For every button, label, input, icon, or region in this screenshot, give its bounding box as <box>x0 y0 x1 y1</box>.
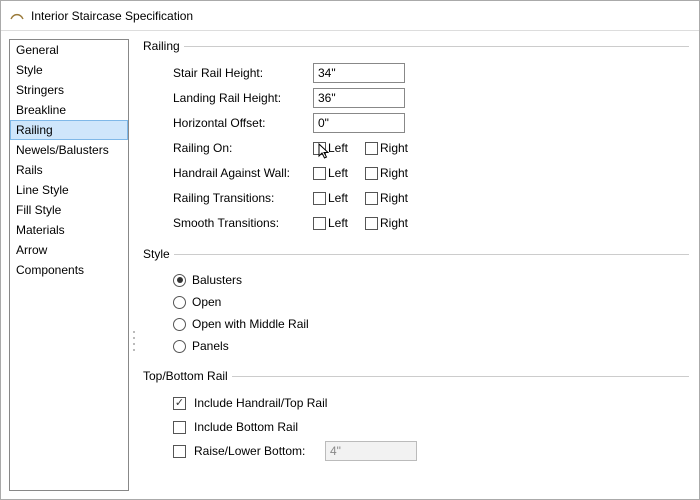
sidebar-item-materials[interactable]: Materials <box>10 220 128 240</box>
checkbox-include-top-rail[interactable] <box>173 397 186 410</box>
input-horizontal-offset[interactable] <box>313 113 405 133</box>
sidebar-item-newels-balusters[interactable]: Newels/Balusters <box>10 140 128 160</box>
label-left-4: Left <box>328 216 348 230</box>
checkbox-handrail-wall-left[interactable] <box>313 167 326 180</box>
checkbox-railing-on-right[interactable] <box>365 142 378 155</box>
content-panel: Railing Stair Rail Height: Landing Rail … <box>129 31 699 499</box>
sidebar-item-style[interactable]: Style <box>10 60 128 80</box>
group-top-bottom-legend: Top/Bottom Rail <box>143 369 232 383</box>
input-stair-rail-height[interactable] <box>313 63 405 83</box>
sidebar-item-rails[interactable]: Rails <box>10 160 128 180</box>
checkbox-smooth-trans-left[interactable] <box>313 217 326 230</box>
sidebar-item-general[interactable]: General <box>10 40 128 60</box>
label-style-balusters: Balusters <box>192 273 242 287</box>
splitter-handle[interactable] <box>131 331 137 351</box>
label-style-open: Open <box>192 295 221 309</box>
input-raise-lower-bottom[interactable] <box>325 441 417 461</box>
checkbox-raise-lower-bottom[interactable] <box>173 445 186 458</box>
sidebar-item-railing[interactable]: Railing <box>10 120 128 140</box>
label-right-2: Right <box>380 166 408 180</box>
label-railing-on: Railing On: <box>173 141 313 155</box>
radio-style-balusters[interactable] <box>173 274 186 287</box>
group-railing: Railing Stair Rail Height: Landing Rail … <box>143 39 689 237</box>
sidebar-item-line-style[interactable]: Line Style <box>10 180 128 200</box>
label-left-2: Left <box>328 166 348 180</box>
input-landing-rail-height[interactable] <box>313 88 405 108</box>
label-left: Left <box>328 141 348 155</box>
label-right: Right <box>380 141 408 155</box>
label-stair-rail-height: Stair Rail Height: <box>173 66 313 80</box>
label-style-panels: Panels <box>192 339 229 353</box>
group-railing-legend: Railing <box>143 39 184 53</box>
radio-style-open-with-middle-rail[interactable] <box>173 318 186 331</box>
label-left-3: Left <box>328 191 348 205</box>
label-right-4: Right <box>380 216 408 230</box>
window-title: Interior Staircase Specification <box>31 9 193 23</box>
label-landing-rail-height: Landing Rail Height: <box>173 91 313 105</box>
sidebar-item-components[interactable]: Components <box>10 260 128 280</box>
radio-style-open[interactable] <box>173 296 186 309</box>
group-style-legend: Style <box>143 247 174 261</box>
checkbox-railing-on-left[interactable] <box>313 142 326 155</box>
category-sidebar: GeneralStyleStringersBreaklineRailingNew… <box>9 39 129 491</box>
label-style-open-with-middle-rail: Open with Middle Rail <box>192 317 309 331</box>
label-handrail-wall: Handrail Against Wall: <box>173 166 313 180</box>
group-top-bottom-rail: Top/Bottom Rail Include Handrail/Top Rai… <box>143 369 689 465</box>
label-railing-transitions: Railing Transitions: <box>173 191 313 205</box>
radio-style-panels[interactable] <box>173 340 186 353</box>
label-include-top-rail: Include Handrail/Top Rail <box>194 396 327 410</box>
app-icon <box>9 6 25 25</box>
titlebar: Interior Staircase Specification <box>1 1 699 31</box>
label-smooth-transitions: Smooth Transitions: <box>173 216 313 230</box>
sidebar-item-breakline[interactable]: Breakline <box>10 100 128 120</box>
label-right-3: Right <box>380 191 408 205</box>
checkbox-railing-trans-left[interactable] <box>313 192 326 205</box>
label-horizontal-offset: Horizontal Offset: <box>173 116 313 130</box>
sidebar-item-arrow[interactable]: Arrow <box>10 240 128 260</box>
dialog-window: Interior Staircase Specification General… <box>0 0 700 500</box>
checkbox-include-bottom-rail[interactable] <box>173 421 186 434</box>
sidebar-item-fill-style[interactable]: Fill Style <box>10 200 128 220</box>
checkbox-handrail-wall-right[interactable] <box>365 167 378 180</box>
group-style: Style Balusters Open Open with Middle Rail… <box>143 247 689 359</box>
label-raise-lower-bottom: Raise/Lower Bottom: <box>194 444 319 458</box>
checkbox-smooth-trans-right[interactable] <box>365 217 378 230</box>
sidebar-item-stringers[interactable]: Stringers <box>10 80 128 100</box>
label-include-bottom-rail: Include Bottom Rail <box>194 420 298 434</box>
checkbox-railing-trans-right[interactable] <box>365 192 378 205</box>
